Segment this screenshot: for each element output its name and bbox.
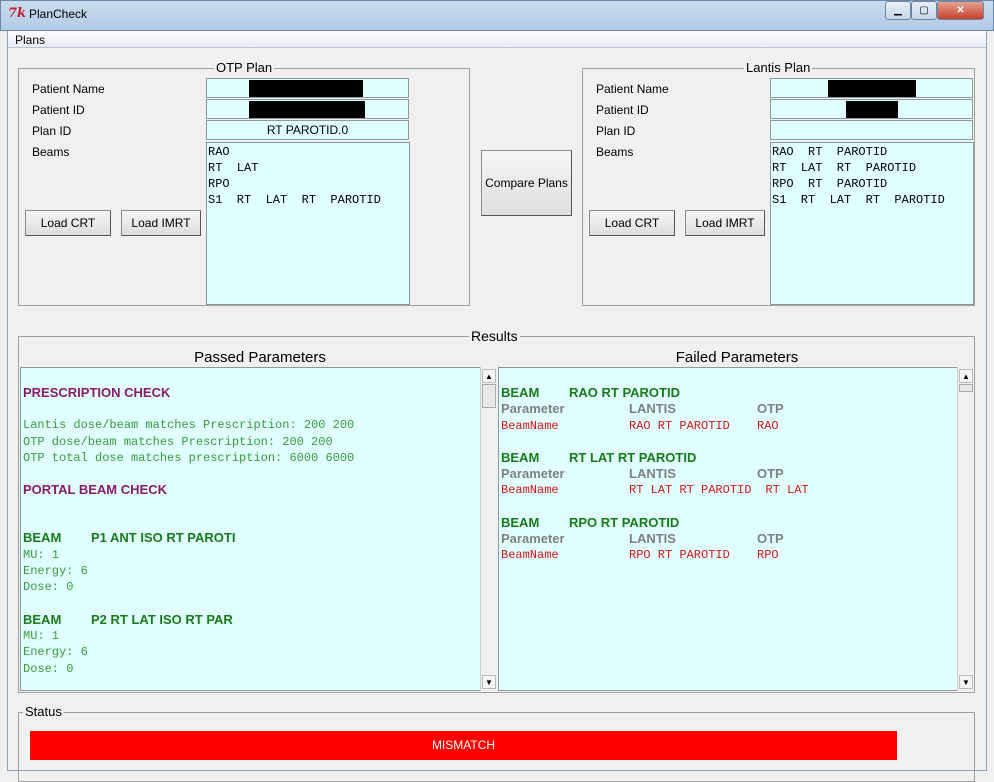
scroll-down-arrow-icon[interactable]: ▼ — [959, 675, 973, 689]
otp-plan-title: OTP Plan — [214, 60, 275, 75]
otp-patient-id-field[interactable] — [206, 99, 409, 119]
minimize-button[interactable]: ▁ — [885, 1, 911, 20]
lantis-patient-id-label: Patient ID — [596, 103, 649, 117]
parameter-name: BeamName — [501, 483, 559, 498]
beam-label: BEAM — [501, 514, 540, 530]
beam-name: P2 RT LAT ISO RT PAR — [91, 611, 233, 627]
beam-list-item[interactable]: RPO RT PAROTID — [772, 176, 972, 192]
portal-beam-check-heading: PORTAL BEAM CHECK — [23, 482, 167, 498]
beam-detail: MU: 1 — [23, 547, 60, 562]
lantis-plan-title: Lantis Plan — [744, 60, 813, 75]
beam-detail: Dose: 0 — [23, 580, 74, 595]
status-title: Status — [23, 704, 64, 719]
redaction — [249, 101, 365, 118]
otp-load-imrt-button[interactable]: Load IMRT — [121, 210, 201, 236]
column-header-lantis: LANTIS — [629, 401, 676, 417]
redaction — [828, 80, 916, 97]
failed-scrollbar[interactable]: ▲ ▼ — [957, 367, 974, 691]
otp-patient-id-label: Patient ID — [32, 103, 85, 117]
passed-parameters-header: Passed Parameters — [194, 349, 326, 366]
otp-value: RAO — [757, 418, 779, 433]
beam-list-item[interactable]: RAO — [208, 144, 408, 160]
scroll-up-arrow-icon[interactable]: ▲ — [482, 369, 496, 383]
scroll-up-arrow-icon[interactable]: ▲ — [959, 369, 973, 383]
column-header-otp: OTP — [757, 401, 784, 417]
beam-label: BEAM — [501, 449, 540, 465]
passed-scrollbar[interactable]: ▲ ▼ — [480, 367, 497, 691]
beam-label: BEAM — [23, 611, 62, 627]
column-header-lantis: LANTIS — [629, 466, 676, 482]
window-title: PlanCheck — [29, 7, 88, 21]
beam-name: RT LAT RT PAROTID — [569, 449, 697, 465]
column-header-parameter: Parameter — [501, 531, 565, 547]
lantis-beams-list[interactable]: RAO RT PAROTID RT LAT RT PAROTID RPO RT … — [770, 142, 974, 305]
menu-bar — [8, 31, 986, 48]
compare-plans-button[interactable]: Compare Plans — [481, 150, 572, 216]
prescription-check-heading: PRESCRIPTION CHECK — [23, 385, 171, 400]
otp-value: RPO — [757, 548, 779, 563]
passed-parameters-text[interactable]: PRESCRIPTION CHECK Lantis dose/beam matc… — [20, 367, 481, 691]
column-header-otp: OTP — [757, 531, 784, 547]
parameter-name: BeamName — [501, 548, 559, 563]
close-button[interactable]: ✕ — [937, 1, 984, 20]
prescription-line: Lantis dose/beam matches Prescription: 2… — [23, 418, 355, 433]
maximize-button[interactable]: ▢ — [911, 1, 937, 20]
beam-name: RPO RT PAROTID — [569, 514, 680, 530]
otp-beams-list[interactable]: RAO RT LAT RPO S1 RT LAT RT PAROTID — [206, 142, 410, 305]
failed-parameters-text[interactable]: BEAM RAO RT PAROTID Parameter LANTIS OTP Be… — [498, 367, 958, 691]
lantis-value: RAO RT PAROTID — [629, 418, 730, 433]
menu-plans[interactable]: Plans — [15, 33, 45, 47]
column-header-parameter: Parameter — [501, 401, 565, 417]
beam-list-item[interactable]: S1 RT LAT RT PAROTID — [772, 192, 972, 208]
otp-plan-id-label: Plan ID — [32, 124, 72, 138]
results-title: Results — [469, 328, 520, 344]
otp-plan-id-field[interactable]: RT PAROTID.0 — [206, 120, 409, 140]
redaction — [249, 80, 363, 97]
otp-beams-label: Beams — [32, 145, 70, 159]
beam-detail: Dose: 0 — [23, 661, 74, 676]
prescription-line: OTP dose/beam matches Prescription: 200 … — [23, 434, 333, 449]
lantis-plan-id-label: Plan ID — [596, 124, 636, 138]
scroll-down-arrow-icon[interactable]: ▼ — [482, 675, 496, 689]
lantis-load-crt-button[interactable]: Load CRT — [589, 210, 675, 236]
lantis-value: RT LAT RT PAROTID — [629, 483, 752, 498]
parameter-name: BeamName — [501, 418, 559, 433]
beam-label: BEAM — [23, 530, 62, 546]
beam-name: RAO RT PAROTID — [569, 385, 680, 400]
scrollbar-thumb[interactable] — [482, 384, 496, 408]
tk-feather-icon: 7k — [8, 6, 27, 21]
title-bar — [0, 0, 994, 31]
prescription-line: OTP total dose matches prescription: 600… — [23, 450, 355, 465]
beam-list-item[interactable]: RAO RT PAROTID — [772, 144, 972, 160]
lantis-patient-name-field[interactable] — [770, 78, 973, 98]
otp-patient-name-field[interactable] — [206, 78, 409, 98]
lantis-value: RPO RT PAROTID — [629, 548, 730, 563]
lantis-patient-id-field[interactable] — [770, 99, 973, 119]
beam-name: P1 ANT ISO RT PAROTI — [91, 530, 236, 546]
scrollbar-thumb[interactable] — [959, 384, 973, 392]
lantis-load-imrt-button[interactable]: Load IMRT — [685, 210, 765, 236]
beam-list-item[interactable]: RPO — [208, 176, 408, 192]
otp-load-crt-button[interactable]: Load CRT — [25, 210, 111, 236]
lantis-beams-label: Beams — [596, 145, 634, 159]
otp-patient-name-label: Patient Name — [32, 82, 105, 96]
beam-list-item[interactable]: RT LAT — [208, 160, 408, 176]
beam-detail: Energy: 6 — [23, 645, 88, 660]
beam-detail: Energy: 6 — [23, 564, 88, 579]
column-header-lantis: LANTIS — [629, 531, 676, 547]
status-indicator: MISMATCH — [30, 731, 897, 760]
column-header-otp: OTP — [757, 466, 784, 482]
otp-value: RT LAT — [765, 483, 809, 498]
lantis-plan-id-field[interactable] — [770, 120, 973, 140]
beam-label: BEAM — [501, 385, 540, 400]
column-header-parameter: Parameter — [501, 466, 565, 482]
beam-detail: MU: 1 — [23, 628, 60, 643]
beam-list-item[interactable]: S1 RT LAT RT PAROTID — [208, 192, 408, 208]
lantis-patient-name-label: Patient Name — [596, 82, 669, 96]
failed-parameters-header: Failed Parameters — [675, 349, 799, 366]
beam-list-item[interactable]: RT LAT RT PAROTID — [772, 160, 972, 176]
redaction — [846, 101, 898, 118]
